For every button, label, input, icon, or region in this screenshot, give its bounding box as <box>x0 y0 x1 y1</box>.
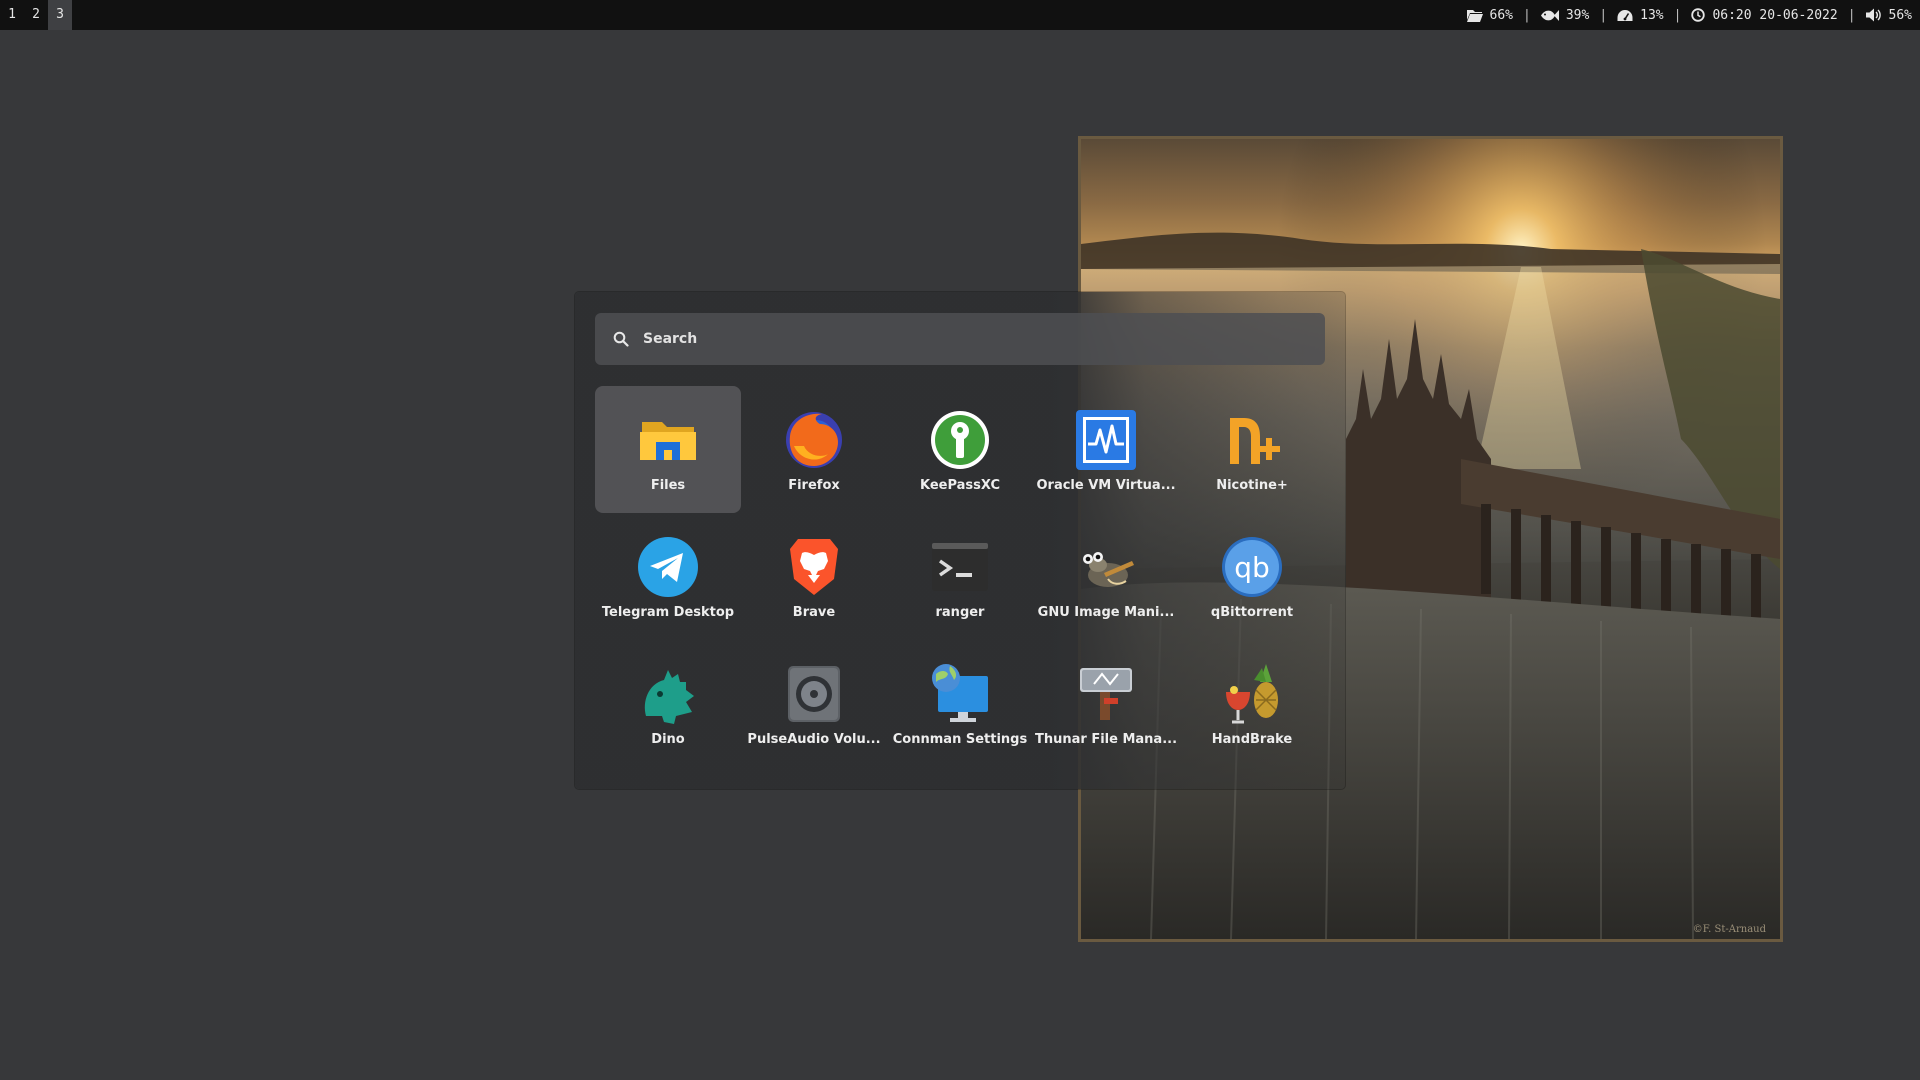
clock-value: 06:20 20-06-2022 <box>1712 7 1838 23</box>
system-status: 66% | 39% | 13% | 06:20 20-06-2022 | 56% <box>1466 0 1912 30</box>
telegram-icon <box>636 535 700 599</box>
workspace-3[interactable]: 3 <box>48 0 72 30</box>
status-bar: 1 2 3 66% | 39% | 13% | 06:20 20-06-2022… <box>0 0 1920 30</box>
volume-status[interactable]: 56% <box>1865 7 1912 23</box>
separator: | <box>1847 7 1856 23</box>
disk-status: 66% <box>1466 7 1513 23</box>
app-label: GNU Image Mani... <box>1037 605 1175 620</box>
app-label: Dino <box>651 732 685 747</box>
speedometer-icon <box>1617 9 1633 21</box>
folder-icon <box>636 408 700 472</box>
clock-icon <box>1691 8 1706 22</box>
gimp-icon <box>1074 535 1138 599</box>
app-pulseaudio[interactable]: PulseAudio Volu... <box>741 640 887 767</box>
search-bar[interactable] <box>595 313 1325 365</box>
wallpaper-credit: ©F. St-Arnaud <box>1692 924 1766 935</box>
workspace-1[interactable]: 1 <box>0 0 24 30</box>
app-virtualbox[interactable]: Oracle VM Virtua... <box>1033 386 1179 513</box>
separator: | <box>1523 7 1531 23</box>
speaker-icon <box>782 662 846 726</box>
app-label: Telegram Desktop <box>601 605 735 620</box>
handbrake-icon <box>1220 662 1284 726</box>
thunar-icon <box>1074 662 1138 726</box>
search-icon <box>613 331 629 347</box>
app-launcher: Files Firefox KeePassXC Oracle VM Virtua… <box>575 292 1345 789</box>
clock-status: 06:20 20-06-2022 <box>1691 7 1838 23</box>
app-label: HandBrake <box>1211 732 1293 747</box>
app-connman[interactable]: Connman Settings <box>887 640 1033 767</box>
app-gimp[interactable]: GNU Image Mani... <box>1033 513 1179 640</box>
app-label: Files <box>650 478 686 493</box>
app-ranger[interactable]: ranger <box>887 513 1033 640</box>
app-label: Thunar File Mana... <box>1034 732 1178 747</box>
speaker-icon <box>1865 8 1881 22</box>
app-label: ranger <box>935 605 985 620</box>
folder-icon <box>1466 9 1483 22</box>
app-dino[interactable]: Dino <box>595 640 741 767</box>
keepassxc-icon <box>928 408 992 472</box>
qbittorrent-icon: qb <box>1220 535 1284 599</box>
firefox-icon <box>782 408 846 472</box>
app-qbittorrent[interactable]: qb qBittorrent <box>1179 513 1325 640</box>
app-nicotine[interactable]: Nicotine+ <box>1179 386 1325 513</box>
memory-usage-value: 39% <box>1565 7 1590 23</box>
app-files[interactable]: Files <box>595 386 741 513</box>
app-telegram[interactable]: Telegram Desktop <box>595 513 741 640</box>
app-label: qBittorrent <box>1210 605 1294 620</box>
globe-monitor-icon <box>928 662 992 726</box>
memory-status: 39% <box>1540 7 1590 23</box>
brave-lion-icon <box>782 535 846 599</box>
app-firefox[interactable]: Firefox <box>741 386 887 513</box>
app-thunar[interactable]: Thunar File Mana... <box>1033 640 1179 767</box>
app-label: Connman Settings <box>892 732 1028 747</box>
app-brave[interactable]: Brave <box>741 513 887 640</box>
app-label: Firefox <box>788 478 840 493</box>
virtualbox-monitor-icon <box>1074 408 1138 472</box>
nicotine-icon <box>1220 408 1284 472</box>
app-label: PulseAudio Volu... <box>747 732 881 747</box>
search-input[interactable] <box>641 330 1285 348</box>
svg-text:qb: qb <box>1234 551 1270 584</box>
workspace-2[interactable]: 2 <box>24 0 48 30</box>
app-handbrake[interactable]: HandBrake <box>1179 640 1325 767</box>
app-label: KeePassXC <box>919 478 1000 493</box>
volume-value: 56% <box>1888 7 1912 23</box>
fish-icon <box>1540 9 1559 21</box>
app-label: Nicotine+ <box>1216 478 1288 493</box>
app-label: Oracle VM Virtua... <box>1036 478 1176 493</box>
separator: | <box>1673 7 1682 23</box>
cpu-usage-value: 13% <box>1640 7 1664 23</box>
terminal-icon <box>928 535 992 599</box>
workspace-switcher: 1 2 3 <box>0 0 72 30</box>
app-label: Brave <box>792 605 836 620</box>
dino-icon <box>636 662 700 726</box>
disk-usage-value: 66% <box>1489 7 1513 23</box>
cpu-status: 13% <box>1617 7 1664 23</box>
app-keepassxc[interactable]: KeePassXC <box>887 386 1033 513</box>
separator: | <box>1599 7 1608 23</box>
